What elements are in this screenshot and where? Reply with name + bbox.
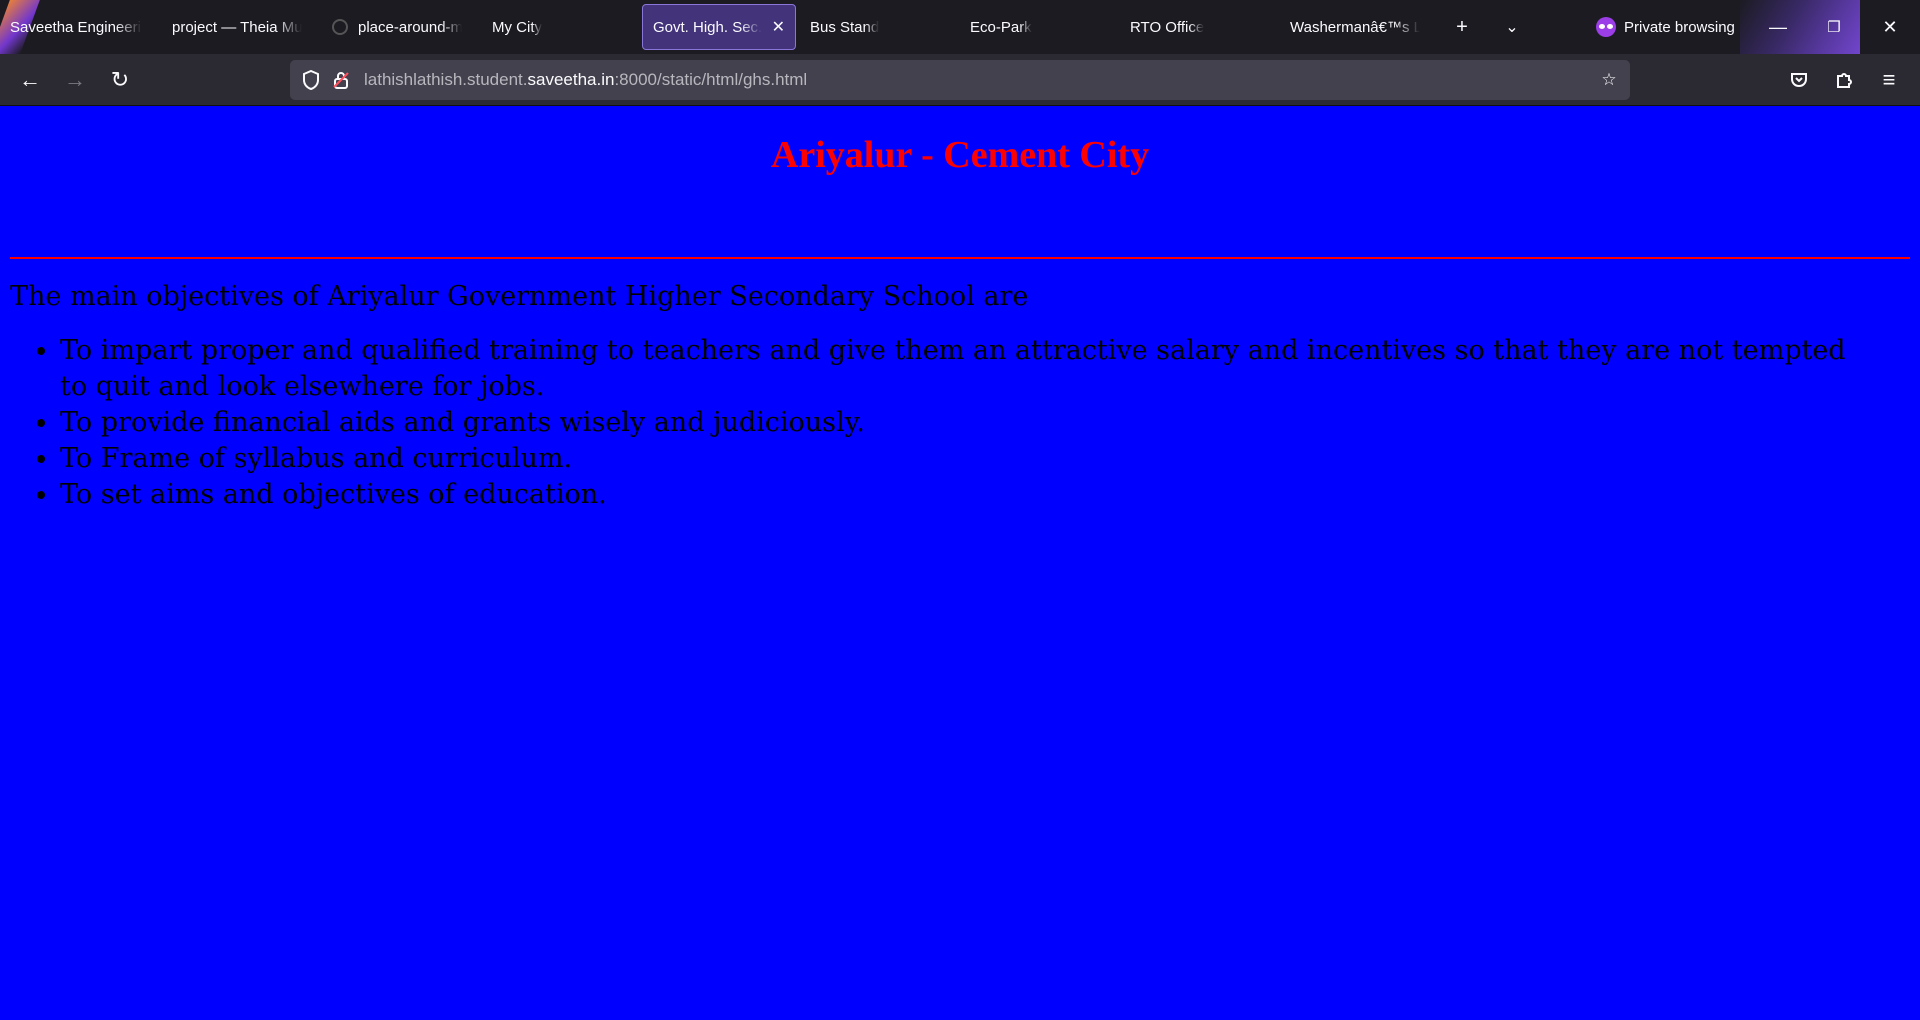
private-mask-icon [1596, 17, 1616, 37]
new-tab-plus-icon[interactable]: + [1447, 12, 1477, 42]
horizontal-rule [10, 257, 1910, 259]
list-item: To set aims and objectives of education. [60, 477, 1880, 513]
pocket-icon[interactable] [1782, 63, 1816, 97]
tab-label: project — Theia Multi [172, 18, 302, 36]
tab-label: place-around-me [358, 18, 462, 36]
navigation-toolbar: ← → ↻ lathishlathish.student.saveetha.in… [0, 54, 1920, 106]
tracking-shield-icon[interactable] [296, 65, 326, 95]
forward-arrow-icon[interactable]: → [58, 63, 92, 97]
private-browsing-label: Private browsing [1624, 18, 1735, 36]
restore-icon[interactable]: ❐ [1806, 0, 1862, 54]
objectives-list: To impart proper and qualified training … [60, 333, 1880, 513]
tab-label: Govt. High. Sec. [653, 18, 763, 36]
url-suffix: :8000/static/html/ghs.html [614, 70, 808, 89]
url-prefix: lathishlathish.student. [364, 70, 528, 89]
bookmark-star-icon[interactable]: ☆ [1594, 65, 1624, 95]
list-all-tabs-chevron-down-icon[interactable]: ⌄ [1497, 12, 1527, 42]
close-tab-icon[interactable]: ✕ [764, 17, 785, 37]
private-browsing-indicator: Private browsing [1596, 14, 1735, 40]
tab-strip: Saveetha Engineering project — Theia Mul… [0, 0, 1920, 54]
close-window-icon[interactable]: ✕ [1862, 0, 1918, 54]
app-menu-hamburger-icon[interactable]: ≡ [1872, 63, 1906, 97]
reload-icon[interactable]: ↻ [103, 63, 137, 97]
tab-rto-office[interactable]: RTO Office [1120, 4, 1270, 50]
tab-saveetha[interactable]: Saveetha Engineering [0, 4, 152, 50]
intro-paragraph: The main objectives of Ariyalur Governme… [10, 281, 1029, 312]
extensions-puzzle-icon[interactable] [1827, 63, 1861, 97]
tab-label: Bus Stand [810, 18, 880, 36]
tab-label: RTO Office [1130, 18, 1205, 36]
github-icon [332, 19, 348, 35]
page-title: Ariyalur - Cement City [770, 134, 1150, 176]
back-arrow-icon[interactable]: ← [13, 63, 47, 97]
list-item: To impart proper and qualified training … [60, 333, 1880, 405]
url-text[interactable]: lathishlathish.student.saveetha.in:8000/… [364, 70, 807, 90]
tab-my-city[interactable]: My City [482, 4, 632, 50]
tab-label: Saveetha Engineering [10, 18, 142, 36]
tab-eco-park[interactable]: Eco-Park [960, 4, 1110, 50]
tab-label: Eco-Park [970, 18, 1032, 36]
tab-theia[interactable]: project — Theia Multi [162, 4, 312, 50]
url-host: saveetha.in [527, 70, 615, 89]
web-page-content: Ariyalur - Cement City The main objectiv… [0, 107, 1920, 1020]
tab-washermans-land[interactable]: Washermanâ€™s Land [1280, 4, 1430, 50]
tab-label: My City [492, 18, 542, 36]
list-item: To Frame of syllabus and curriculum. [60, 441, 1880, 477]
tab-label: Washermanâ€™s Land [1290, 18, 1420, 36]
list-item: To provide financial aids and grants wis… [60, 405, 1880, 441]
tab-govt-high-sec[interactable]: Govt. High. Sec. ✕ [642, 4, 796, 50]
insecure-lock-icon[interactable] [326, 65, 356, 95]
minimize-icon[interactable]: — [1750, 0, 1806, 54]
tab-bus-stand[interactable]: Bus Stand [800, 4, 950, 50]
url-bar[interactable]: lathishlathish.student.saveetha.in:8000/… [290, 60, 1630, 100]
tab-place-around-me[interactable]: place-around-me [322, 4, 472, 50]
